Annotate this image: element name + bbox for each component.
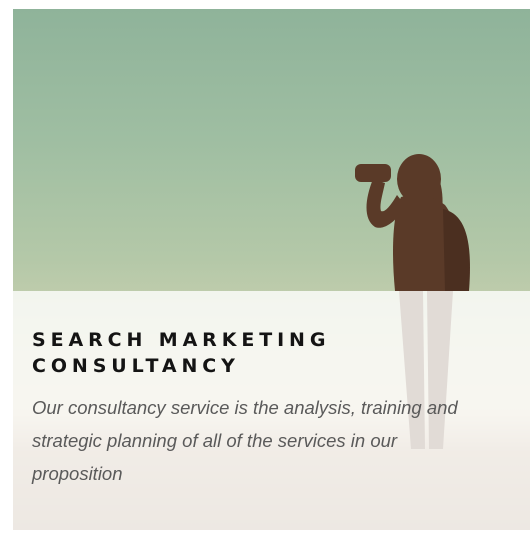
service-title-line1: SEARCH MARKETING [32,329,331,351]
service-title[interactable]: SEARCH MARKETING CONSULTANCY [32,327,492,379]
service-title-line2: CONSULTANCY [32,355,240,377]
hiker-silhouette [355,154,470,291]
service-description: Our consultancy service is the analysis,… [32,397,458,484]
